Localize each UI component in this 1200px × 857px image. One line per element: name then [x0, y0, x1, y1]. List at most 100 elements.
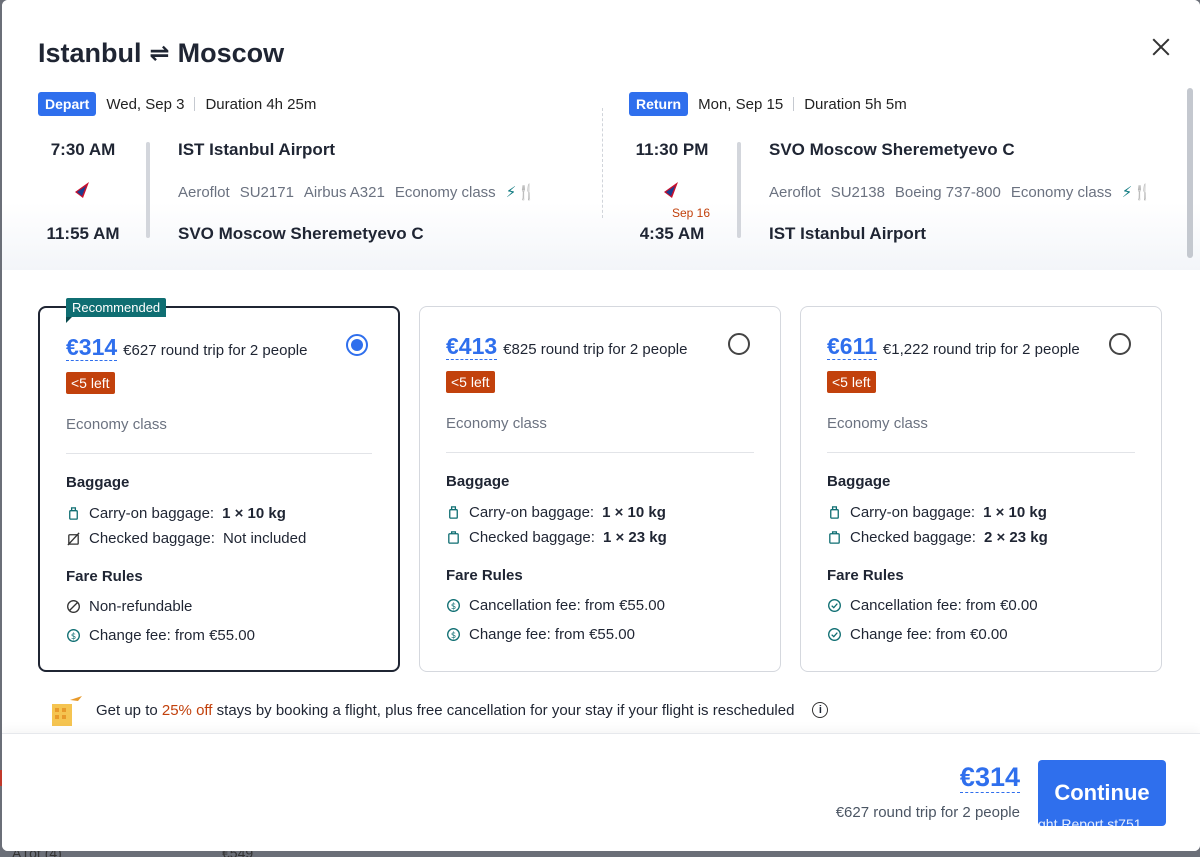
rule-text: Change fee: from €0.00: [850, 626, 1008, 643]
fare-card-recommended[interactable]: Recommended €314 €627 round trip for 2 p…: [38, 298, 400, 672]
carry-on-bag-icon: [66, 506, 81, 521]
carry-on-label: Carry-on baggage:: [469, 504, 595, 521]
cabin-class: Economy class: [1010, 183, 1112, 201]
fare-cabin: Economy class: [827, 415, 928, 432]
rule-text: Cancellation fee: from €0.00: [850, 597, 1038, 614]
checked-value: 2 × 23 kg: [983, 529, 1048, 546]
arrival-time: 4:35 AM: [639, 224, 705, 243]
recommended-tag: Recommended: [66, 298, 167, 323]
depart-duration: Duration 4h 25m: [205, 95, 317, 113]
checked-line: Checked baggage: Not included: [66, 530, 306, 547]
arrival-airport: SVO Moscow Sheremetyevo C: [178, 224, 424, 243]
background-overlap-text: ght Report st751: [1038, 816, 1142, 832]
airline-name: Aeroflot: [178, 183, 230, 201]
hotel-plane-icon: [52, 696, 82, 726]
fare-total-text: €627 round trip for 2 people: [123, 342, 308, 359]
fare-card-standard[interactable]: €413 €825 round trip for 2 people <5 lef…: [419, 306, 781, 672]
checked-line: Checked baggage: 1 × 23 kg: [446, 529, 667, 546]
fare-radio[interactable]: [728, 333, 750, 355]
change-rule: $ Change fee: from €55.00: [446, 626, 635, 643]
cancellation-rule: Cancellation fee: from €0.00: [827, 597, 1038, 614]
fare-radio[interactable]: [1109, 333, 1131, 355]
carry-on-line: Carry-on baggage: 1 × 10 kg: [446, 504, 666, 521]
carry-on-line: Carry-on baggage: 1 × 10 kg: [66, 505, 286, 522]
checked-bag-icon: [446, 530, 461, 545]
flight-info: Aeroflot SU2171 Airbus A321 Economy clas…: [178, 183, 537, 202]
swap-arrows-icon: ⇌: [149, 40, 170, 67]
fare-total-text: €825 round trip for 2 people: [503, 341, 688, 358]
aircraft-type: Airbus A321: [303, 183, 385, 201]
departure-time: 11:30 PM: [635, 140, 709, 159]
cancellation-rule: $ Cancellation fee: from €55.00: [446, 597, 665, 614]
aircraft-type: Boeing 737-800: [894, 183, 1001, 201]
baggage-heading: Baggage: [446, 473, 510, 490]
departure-airport: IST Istanbul Airport: [178, 140, 336, 159]
fare-price[interactable]: €611: [827, 333, 877, 360]
fare-card-flex[interactable]: €611 €1,222 round trip for 2 people <5 l…: [800, 306, 1162, 672]
checked-label: Checked baggage:: [469, 529, 595, 546]
check-circle-icon: [827, 627, 842, 642]
depart-leg: Depart Wed, Sep 3 Duration 4h 25m 7:30 A…: [38, 92, 578, 252]
baggage-heading: Baggage: [827, 473, 891, 490]
rule-text: Change fee: from €55.00: [469, 626, 635, 643]
booking-footer: €314 €627 round trip for 2 people Contin…: [2, 733, 1200, 851]
fare-rules-heading: Fare Rules: [446, 567, 523, 584]
total-price-sub: €627 round trip for 2 people: [835, 804, 1020, 821]
no-checked-bag-icon: [66, 531, 81, 546]
divider: [66, 453, 372, 454]
carry-on-value: 1 × 10 kg: [602, 504, 666, 521]
hotel-promo-banner: Get up to 25% off stays by booking a fli…: [48, 692, 829, 728]
seats-left-badge: <5 left: [827, 371, 876, 393]
return-leg: Return Mon, Sep 15 Duration 5h 5m 11:30 …: [629, 92, 1189, 252]
page-title: Istanbul ⇌ Moscow: [38, 38, 284, 69]
depart-badge: Depart: [38, 92, 97, 116]
cabin-class: Economy class: [394, 183, 496, 201]
svg-text:$: $: [451, 630, 456, 640]
rule-text: Cancellation fee: from €55.00: [469, 597, 665, 614]
departure-time: 7:30 AM: [50, 140, 116, 159]
flight-details-modal: Istanbul ⇌ Moscow Depart Wed, Sep 3 Dura…: [2, 0, 1200, 851]
flight-number: SU2138: [830, 183, 885, 201]
fare-price[interactable]: €413: [446, 333, 498, 360]
dollar-fee-icon: $: [66, 628, 81, 643]
refund-rule: Non-refundable: [66, 598, 192, 615]
fare-radio-selected[interactable]: [346, 334, 368, 356]
flight-info: Aeroflot SU2138 Boeing 737-800 Economy c…: [769, 183, 1153, 202]
carry-on-label: Carry-on baggage:: [89, 505, 215, 522]
carry-on-value: 1 × 10 kg: [983, 504, 1047, 521]
rule-text: Non-refundable: [89, 598, 193, 615]
leg-divider: [602, 108, 603, 218]
seats-left-badge: <5 left: [446, 371, 495, 393]
change-rule: Change fee: from €0.00: [827, 626, 1008, 643]
return-date: Mon, Sep 15: [698, 95, 784, 113]
close-button[interactable]: [1148, 34, 1176, 62]
baggage-heading: Baggage: [66, 474, 130, 491]
dollar-fee-icon: $: [446, 627, 461, 642]
next-day-label: Sep 16: [671, 206, 711, 220]
promo-prefix: Get up to: [96, 701, 162, 719]
aeroflot-logo-icon: [664, 182, 678, 198]
fare-price[interactable]: €314: [66, 334, 118, 361]
rule-text: Change fee: from €55.00: [89, 627, 255, 644]
carry-on-bag-icon: [446, 505, 461, 520]
arrival-airport: IST Istanbul Airport: [769, 224, 927, 243]
power-meal-amenities-icon: ⚡🍴: [505, 184, 537, 201]
promo-suffix: stays by booking a flight, plus free can…: [212, 701, 795, 719]
svg-text:$: $: [71, 631, 76, 641]
carry-on-label: Carry-on baggage:: [850, 504, 976, 521]
info-icon[interactable]: i: [812, 702, 829, 718]
total-price[interactable]: €314: [959, 762, 1020, 793]
fare-rules-heading: Fare Rules: [66, 568, 143, 585]
promo-text: Get up to 25% off stays by booking a fli…: [96, 702, 794, 719]
return-duration: Duration 5h 5m: [804, 95, 907, 113]
fare-cabin: Economy class: [66, 416, 167, 433]
check-circle-icon: [827, 598, 842, 613]
airline-name: Aeroflot: [769, 183, 821, 201]
dollar-fee-icon: $: [446, 598, 461, 613]
return-badge: Return: [629, 92, 689, 116]
divider: [827, 452, 1135, 453]
fare-total-text: €1,222 round trip for 2 people: [882, 341, 1080, 358]
carry-on-line: Carry-on baggage: 1 × 10 kg: [827, 504, 1047, 521]
aeroflot-logo-icon: [75, 182, 89, 198]
fare-cabin: Economy class: [446, 415, 547, 432]
